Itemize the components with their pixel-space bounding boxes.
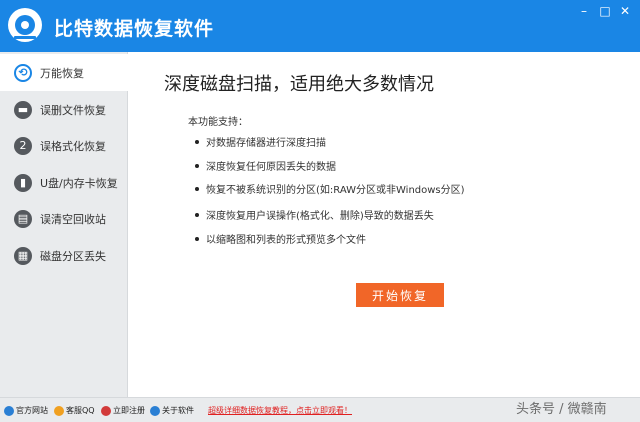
feature-item: 以缩略图和列表的形式预览多个文件 [195,231,366,246]
main-panel: 深度磁盘扫描，适用绝大多数情况 本功能支持： 对数据存储器进行深度扫描 深度恢复… [129,52,640,397]
start-recovery-button[interactable]: 开始恢复 [356,283,444,307]
sidebar-item-deleted-files[interactable]: ▬ 误删文件恢复 [0,91,128,128]
feature-text: 恢复不被系统识别的分区(如:RAW分区或非Windows分区) [206,185,465,196]
sidebar-item-label: U盘/内存卡恢复 [40,176,118,190]
status-link-label: 官方网站 [16,406,48,415]
sidebar-item-partition-lost[interactable]: ▦ 磁盘分区丢失 [0,237,128,274]
bullet-icon [195,212,199,217]
sidebar-item-label: 误格式化恢复 [40,139,106,153]
bullet-icon [195,139,199,144]
refresh-icon: ⟲ [14,63,32,82]
feature-item: 对数据存储器进行深度扫描 [195,134,326,149]
sidebar-item-label: 磁盘分区丢失 [40,249,106,263]
official-website-link[interactable]: 官方网站 [4,405,48,416]
feature-item: 深度恢复用户误操作(格式化、删除)导致的数据丢失 [195,207,434,222]
app-logo-icon [8,8,42,42]
status-link-label: 立即注册 [113,406,145,415]
minimize-button[interactable]: – [576,4,592,18]
status-link-label: 关于软件 [162,406,194,415]
globe-icon [4,405,14,416]
info-icon [150,405,160,416]
sidebar: ⟲ 万能恢复 ▬ 误删文件恢复 2 误格式化恢复 ▮ U盘/内存卡恢复 ▤ 误清… [0,52,129,397]
watermark: 头条号 / 微赣南 [516,402,607,417]
usb-icon: ▮ [14,173,32,192]
sidebar-item-universal-recovery[interactable]: ⟲ 万能恢复 [0,54,129,91]
customer-service-qq-link[interactable]: 客服QQ [54,405,95,416]
logo-base [14,36,36,39]
about-software-link[interactable]: 关于软件 [150,405,194,416]
sidebar-item-label: 误清空回收站 [40,212,106,226]
page-title: 深度磁盘扫描，适用绝大多数情况 [164,74,434,95]
support-label: 本功能支持： [188,117,248,128]
recycle-bin-icon: ▤ [14,209,32,228]
sidebar-item-label: 误删文件恢复 [40,103,106,117]
folder-icon: ▬ [14,100,32,119]
bullet-icon [195,163,199,168]
logo-hub [21,21,29,29]
feature-text: 对数据存储器进行深度扫描 [206,138,326,149]
sidebar-item-label: 万能恢复 [40,66,84,80]
sidebar-item-format-recovery[interactable]: 2 误格式化恢复 [0,127,128,164]
app-title: 比特数据恢复软件 [54,18,215,40]
status-link-label: 客服QQ [66,406,95,415]
bullet-icon [195,186,199,191]
feature-text: 以缩略图和列表的形式预览多个文件 [206,235,366,246]
sidebar-item-usb-card-recovery[interactable]: ▮ U盘/内存卡恢复 [0,164,128,201]
register-icon [101,405,111,416]
bullet-icon [195,236,199,241]
feature-text: 深度恢复任何原因丢失的数据 [206,162,336,173]
close-button[interactable]: ✕ [617,4,633,18]
feature-item: 深度恢复任何原因丢失的数据 [195,158,336,173]
feature-item: 恢复不被系统识别的分区(如:RAW分区或非Windows分区) [195,181,465,196]
qq-icon [54,405,64,416]
feature-text: 深度恢复用户误操作(格式化、删除)导致的数据丢失 [206,211,434,222]
tutorial-promo-link[interactable]: 超级详细数据恢复教程，点击立即观看！ [208,405,352,416]
disk-partition-icon: ▦ [14,246,32,265]
maximize-button[interactable]: □ [597,4,613,18]
title-bar: 比特数据恢复软件 – □ ✕ [0,0,640,52]
format-icon: 2 [14,136,32,155]
sidebar-item-recycle-bin[interactable]: ▤ 误清空回收站 [0,200,128,237]
register-now-link[interactable]: 立即注册 [101,405,145,416]
